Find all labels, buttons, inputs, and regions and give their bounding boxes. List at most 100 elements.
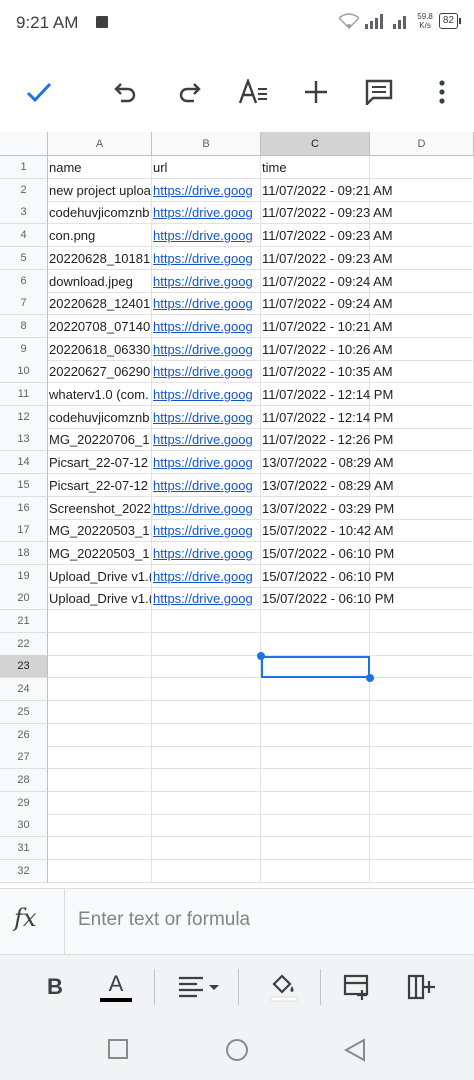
cell-empty[interactable] — [370, 201, 474, 225]
cell-empty[interactable] — [370, 428, 474, 452]
cell-url[interactable]: https://drive.goog — [152, 360, 261, 384]
cell-name[interactable] — [48, 768, 152, 792]
cell-name[interactable] — [48, 723, 152, 747]
cell-name[interactable]: Screenshot_2022 — [48, 496, 152, 520]
home-icon[interactable] — [225, 1038, 249, 1062]
cell-time[interactable] — [261, 837, 370, 860]
cell-time[interactable] — [261, 791, 370, 815]
cell-time[interactable]: 11/07/2022 - 09:23 AM — [261, 201, 393, 225]
cell-name[interactable]: whaterv1.0 (com. — [48, 383, 152, 406]
row-header[interactable]: 2 — [0, 178, 48, 202]
cell-name[interactable]: Picsart_22-07-12 — [48, 451, 152, 475]
fill-color-button[interactable] — [266, 967, 302, 1007]
row-header[interactable]: 7 — [0, 292, 48, 316]
cell-url-link[interactable]: https://drive.goog — [153, 501, 253, 516]
cell-url[interactable]: https://drive.goog — [152, 292, 261, 316]
cell-empty[interactable] — [370, 768, 474, 792]
cell-empty[interactable] — [370, 632, 474, 656]
cell-time[interactable]: 11/07/2022 - 10:26 AM — [261, 337, 393, 361]
cell-url[interactable] — [152, 746, 261, 770]
formula-input[interactable]: Enter text or formula — [78, 909, 250, 931]
comment-icon[interactable] — [361, 74, 397, 110]
row-header[interactable]: 23 — [0, 655, 48, 679]
row-header[interactable]: 22 — [0, 632, 48, 656]
cell-name[interactable] — [48, 632, 152, 656]
cell-name[interactable] — [48, 610, 152, 633]
cell-url[interactable]: https://drive.goog — [152, 428, 261, 452]
cell-url[interactable]: https://drive.goog — [152, 587, 261, 611]
cell-name[interactable] — [48, 837, 152, 860]
cell-time[interactable]: 15/07/2022 - 06:10 PM — [261, 541, 394, 565]
cell-time[interactable] — [261, 678, 370, 702]
cell-name[interactable]: 20220628_10181 — [48, 246, 152, 270]
cell-time[interactable]: 13/07/2022 - 03:29 PM — [261, 496, 394, 520]
column-header-c[interactable]: C — [261, 132, 370, 156]
cell-name[interactable]: new project uploa — [48, 178, 152, 202]
cell-empty[interactable] — [370, 337, 474, 361]
cell-url[interactable] — [152, 655, 261, 679]
cell-url-link[interactable]: https://drive.goog — [153, 205, 253, 220]
row-header[interactable]: 18 — [0, 541, 48, 565]
cell-empty[interactable] — [370, 814, 474, 838]
check-icon[interactable] — [21, 74, 57, 110]
cell-url-link[interactable]: https://drive.goog — [153, 251, 253, 266]
cell-name[interactable]: 20220627_06290 — [48, 360, 152, 384]
cell-url[interactable]: https://drive.goog — [152, 383, 261, 406]
row-header[interactable]: 3 — [0, 201, 48, 225]
cell-name[interactable] — [48, 678, 152, 702]
cell-time[interactable]: 15/07/2022 - 06:10 PM — [261, 564, 394, 588]
cell-url-link[interactable]: https://drive.goog — [153, 455, 253, 470]
cell-time[interactable]: 11/07/2022 - 09:23 AM — [261, 246, 393, 270]
cell-empty[interactable] — [370, 723, 474, 747]
row-header[interactable]: 13 — [0, 428, 48, 452]
cell-empty[interactable] — [370, 610, 474, 633]
cell-empty[interactable] — [370, 496, 474, 520]
cell-url-link[interactable]: https://drive.goog — [153, 591, 253, 606]
cell-time[interactable]: 13/07/2022 - 08:29 AM — [261, 451, 394, 475]
row-header[interactable]: 1 — [0, 156, 48, 179]
cell-url[interactable]: https://drive.goog — [152, 519, 261, 543]
cell-empty[interactable] — [370, 405, 474, 429]
cell-url[interactable] — [152, 859, 261, 883]
row-header[interactable]: 16 — [0, 496, 48, 520]
cell-url[interactable] — [152, 768, 261, 792]
cell-empty[interactable] — [370, 837, 474, 860]
cell-time[interactable]: 13/07/2022 - 08:29 AM — [261, 473, 394, 497]
cell-empty[interactable] — [370, 383, 474, 406]
cell-empty[interactable] — [370, 269, 474, 293]
selection-handle-top[interactable] — [257, 652, 265, 660]
row-header[interactable]: 6 — [0, 269, 48, 293]
cell-empty[interactable] — [370, 178, 474, 202]
cell-url-link[interactable]: https://drive.goog — [153, 387, 253, 402]
row-header[interactable]: 25 — [0, 700, 48, 724]
cell-name[interactable]: 20220628_12401 — [48, 292, 152, 316]
row-header[interactable]: 12 — [0, 405, 48, 429]
cell-time[interactable] — [261, 610, 370, 633]
cell-time[interactable]: 15/07/2022 - 10:42 AM — [261, 519, 394, 543]
cell-name[interactable]: MG_20220503_1 — [48, 541, 152, 565]
cell-url[interactable] — [152, 837, 261, 860]
cell-url-link[interactable]: https://drive.goog — [153, 342, 253, 357]
cell-name[interactable] — [48, 859, 152, 883]
row-header[interactable]: 20 — [0, 587, 48, 611]
text-format-icon[interactable] — [235, 74, 271, 110]
cell-time[interactable]: 11/07/2022 - 10:21 AM — [261, 314, 393, 338]
more-vert-icon[interactable] — [424, 74, 460, 110]
undo-icon[interactable] — [108, 74, 144, 110]
row-header[interactable]: 28 — [0, 768, 48, 792]
cell-url[interactable]: https://drive.goog — [152, 246, 261, 270]
cell-name[interactable] — [48, 814, 152, 838]
row-header[interactable]: 27 — [0, 746, 48, 770]
insert-column-button[interactable] — [404, 967, 438, 1007]
cell-empty[interactable] — [370, 360, 474, 384]
cell-url[interactable]: https://drive.goog — [152, 405, 261, 429]
cell-time[interactable] — [261, 768, 370, 792]
row-header[interactable]: 32 — [0, 859, 48, 883]
cell-empty[interactable] — [370, 292, 474, 316]
cell-name[interactable] — [48, 655, 152, 679]
row-header[interactable]: 24 — [0, 678, 48, 702]
row-header[interactable]: 30 — [0, 814, 48, 838]
cell-empty[interactable] — [370, 655, 474, 679]
cell-name[interactable]: con.png — [48, 224, 152, 248]
cell-empty[interactable] — [370, 859, 474, 883]
